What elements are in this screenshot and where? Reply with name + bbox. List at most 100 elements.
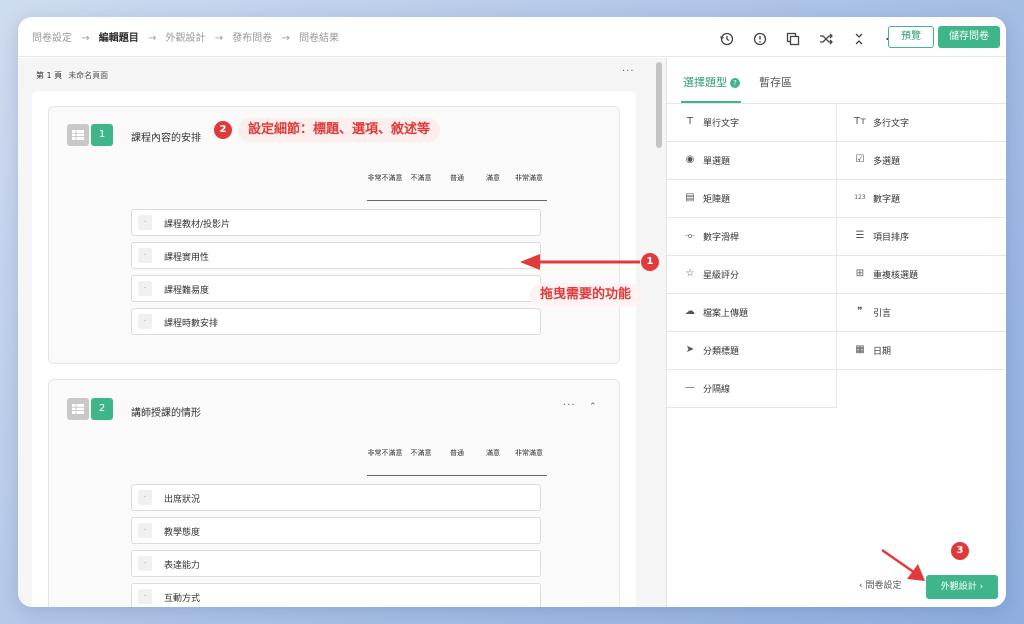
drag-handle-icon[interactable]: · bbox=[138, 314, 152, 329]
info-icon[interactable] bbox=[751, 30, 769, 48]
row-label[interactable]: 出席狀況 bbox=[164, 492, 200, 505]
breadcrumb-arrow: → bbox=[81, 33, 90, 44]
hierarchy-icon: ⊞ bbox=[855, 268, 865, 279]
scale-label: 非常不滿意 bbox=[367, 449, 403, 457]
scale-label: 不滿意 bbox=[410, 174, 432, 182]
breadcrumb-step-publish[interactable]: 發布問卷 bbox=[232, 29, 272, 44]
checkbox-icon: ☑ bbox=[855, 154, 865, 165]
matrix-row[interactable]: · 互動方式 bbox=[131, 583, 541, 607]
drag-handle-icon[interactable]: · bbox=[138, 281, 152, 296]
help-icon[interactable]: ? bbox=[730, 78, 740, 88]
type-label: 日期 bbox=[873, 347, 892, 357]
question-title[interactable]: 講師授課的情形 bbox=[131, 404, 201, 419]
type-date[interactable]: ▦ 日期 bbox=[837, 332, 1006, 370]
slider-icon: -o- bbox=[685, 232, 695, 240]
type-multi-line-text[interactable]: Tт 多行文字 bbox=[837, 104, 1006, 142]
breadcrumb: 問卷設定 → 編輯題目 → 外觀設計 → 發布問卷 → 問卷結果 bbox=[32, 29, 339, 44]
matrix-row[interactable]: · 課程難易度 bbox=[131, 275, 541, 302]
type-single-line-text[interactable]: T 單行文字 bbox=[667, 104, 837, 142]
drag-handle-icon[interactable]: · bbox=[138, 523, 152, 538]
type-label: 數字題 bbox=[873, 195, 901, 205]
question-more-button[interactable]: ··· bbox=[563, 400, 576, 411]
row-label[interactable]: 教學態度 bbox=[164, 525, 200, 538]
calendar-icon: ▦ bbox=[855, 344, 865, 355]
page-card: 1 課程內容的安排 非常不滿意 不滿意 普通 滿意 非常滿意 · 課程教材/投影… bbox=[32, 91, 636, 607]
type-label: 分隔線 bbox=[703, 385, 731, 395]
preview-button[interactable]: 預覽 bbox=[888, 26, 934, 48]
question-card-2[interactable]: 2 講師授課的情形 ··· ⌃ 非常不滿意 不滿意 普通 滿意 非常滿意 · 出… bbox=[48, 379, 620, 607]
type-number-slider[interactable]: -o- 數字滑桿 bbox=[667, 218, 837, 256]
page-more-button[interactable]: ··· bbox=[622, 66, 635, 77]
shuffle-icon[interactable] bbox=[817, 30, 835, 48]
breadcrumb-arrow: → bbox=[214, 33, 224, 44]
breadcrumb-arrow: → bbox=[281, 33, 290, 44]
tab-question-types[interactable]: 選擇題型? bbox=[683, 74, 740, 90]
type-label: 重複核選題 bbox=[873, 271, 919, 281]
page-number: 第 1 頁 bbox=[36, 71, 63, 80]
breadcrumb-step-settings[interactable]: 問卷設定 bbox=[32, 29, 72, 44]
matrix-row[interactable]: · 課程實用性 bbox=[131, 242, 541, 269]
scrollbar-thumb[interactable] bbox=[656, 62, 662, 148]
drag-handle-icon[interactable]: · bbox=[138, 248, 152, 263]
scale-header: 非常不滿意 不滿意 普通 滿意 非常滿意 bbox=[367, 173, 547, 201]
type-label: 單選題 bbox=[703, 157, 731, 167]
toolbar-icons bbox=[718, 28, 911, 46]
type-label: 檔案上傳題 bbox=[703, 309, 749, 319]
type-label: 多選題 bbox=[873, 157, 901, 167]
type-label: 數字滑桿 bbox=[703, 233, 740, 243]
question-card-1[interactable]: 1 課程內容的安排 非常不滿意 不滿意 普通 滿意 非常滿意 · 課程教材/投影… bbox=[48, 106, 620, 364]
next-button[interactable]: 外觀設計 › bbox=[926, 575, 998, 599]
matrix-row[interactable]: · 教學態度 bbox=[131, 517, 541, 544]
type-single-choice[interactable]: ◉ 單選題 bbox=[667, 142, 837, 180]
question-title[interactable]: 課程內容的安排 bbox=[131, 129, 201, 144]
breadcrumb-step-results[interactable]: 問卷結果 bbox=[299, 29, 339, 44]
row-label[interactable]: 互動方式 bbox=[164, 591, 200, 604]
number-icon: 123 bbox=[854, 194, 866, 201]
page-name[interactable]: 未命名頁面 bbox=[68, 71, 108, 80]
matrix-row[interactable]: · 出席狀況 bbox=[131, 484, 541, 511]
question-number: 1 bbox=[91, 124, 113, 146]
history-icon[interactable] bbox=[718, 30, 736, 48]
drag-handle-icon[interactable]: · bbox=[138, 215, 152, 230]
save-button[interactable]: 儲存問卷 bbox=[938, 26, 1000, 48]
row-label[interactable]: 表達能力 bbox=[164, 558, 200, 571]
row-label[interactable]: 課程實用性 bbox=[164, 250, 209, 263]
matrix-icon[interactable] bbox=[67, 124, 89, 146]
type-star-rating[interactable]: ☆ 星級評分 bbox=[667, 256, 837, 294]
row-label[interactable]: 課程教材/投影片 bbox=[164, 217, 230, 230]
editor-scrollbar[interactable] bbox=[656, 58, 662, 607]
type-file-upload[interactable]: ☁ 檔案上傳題 bbox=[667, 294, 837, 332]
back-button[interactable]: ‹ 問卷設定 bbox=[859, 578, 901, 591]
matrix-icon[interactable] bbox=[67, 398, 89, 420]
type-section-title[interactable]: ➤ 分類標題 bbox=[667, 332, 837, 370]
type-repeated-choice[interactable]: ⊞ 重複核選題 bbox=[837, 256, 1006, 294]
tab-staging[interactable]: 暫存區 bbox=[759, 74, 792, 90]
scale-label: 非常不滿意 bbox=[367, 174, 403, 182]
top-bar: 問卷設定 → 編輯題目 → 外觀設計 → 發布問卷 → 問卷結果 預覽 儲存問卷 bbox=[18, 17, 1006, 57]
matrix-row[interactable]: · 表達能力 bbox=[131, 550, 541, 577]
type-divider[interactable]: — 分隔線 bbox=[667, 370, 837, 408]
divider-icon: — bbox=[685, 382, 695, 393]
type-quote[interactable]: ❞ 引言 bbox=[837, 294, 1006, 332]
page-header: 第 1 頁未命名頁面 bbox=[36, 70, 108, 81]
radio-icon: ◉ bbox=[685, 154, 695, 165]
row-label[interactable]: 課程難易度 bbox=[164, 283, 209, 296]
upload-icon: ☁ bbox=[685, 306, 695, 317]
row-label[interactable]: 課程時數安排 bbox=[164, 316, 218, 329]
breadcrumb-step-design[interactable]: 外觀設計 bbox=[166, 29, 206, 44]
question-collapse-button[interactable]: ⌃ bbox=[589, 402, 597, 412]
scale-label: 滿意 bbox=[486, 449, 500, 457]
type-matrix[interactable]: ▤ 矩陣題 bbox=[667, 180, 837, 218]
type-multiple-choice[interactable]: ☑ 多選題 bbox=[837, 142, 1006, 180]
type-number[interactable]: 123 數字題 bbox=[837, 180, 1006, 218]
matrix-row[interactable]: · 課程時數安排 bbox=[131, 308, 541, 335]
type-ranking[interactable]: ☰ 項目排序 bbox=[837, 218, 1006, 256]
scale-label: 普通 bbox=[450, 449, 464, 457]
matrix-row[interactable]: · 課程教材/投影片 bbox=[131, 209, 541, 236]
copy-icon[interactable] bbox=[784, 30, 802, 48]
collapse-icon[interactable] bbox=[850, 30, 868, 48]
drag-handle-icon[interactable]: · bbox=[138, 589, 152, 604]
drag-handle-icon[interactable]: · bbox=[138, 556, 152, 571]
drag-handle-icon[interactable]: · bbox=[138, 490, 152, 505]
breadcrumb-step-edit[interactable]: 編輯題目 bbox=[99, 29, 139, 44]
